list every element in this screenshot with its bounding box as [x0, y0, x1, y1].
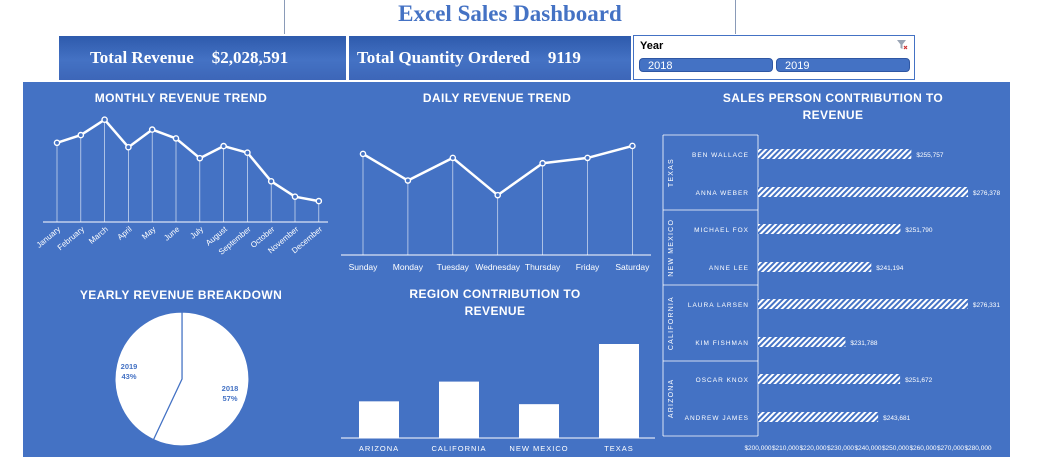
salesperson-x-tick: $230,000 [827, 445, 854, 452]
day-tick-label: Monday [393, 262, 424, 272]
day-tick-label: Thursday [525, 262, 561, 272]
salesperson-value-label: $241,194 [876, 265, 903, 272]
region-tick-label: NEW MEXICO [509, 444, 568, 453]
salesperson-x-tick: $210,000 [772, 445, 799, 452]
monthly-point [53, 139, 61, 147]
group-label: CALIFORNIA [668, 296, 675, 350]
title-frame: Excel Sales Dashboard [284, 0, 736, 34]
salesperson-value-label: $251,790 [905, 227, 932, 234]
monthly-point [244, 149, 251, 156]
salesperson-value-label: $276,331 [973, 302, 1000, 309]
charts-panel: MONTHLY REVENUE TREND DAILY REVENUE TREN… [23, 82, 1010, 457]
salesperson-bar [758, 337, 846, 347]
salesperson-bar [758, 374, 901, 384]
pie-label-pct: 57% [222, 394, 237, 403]
daily-point [539, 159, 546, 167]
year-slicer[interactable]: Year 2018 2019 [633, 35, 915, 80]
region-bar [359, 401, 399, 438]
salesperson-name: ANDREW JAMES [685, 415, 749, 422]
day-tick-label: Sunday [349, 262, 379, 272]
region-tick-label: TEXAS [604, 444, 634, 453]
day-tick-label: Wednesday [475, 262, 520, 272]
salesperson-name: MICHAEL FOX [694, 227, 749, 234]
total-revenue-card: Total Revenue $2,028,591 [59, 36, 346, 80]
salesperson-x-tick: $280,000 [964, 445, 991, 452]
charts-canvas: JanuaryFebruary March April May June JulyAugu… [35, 116, 1001, 453]
dashboard-title: Excel Sales Dashboard [398, 1, 622, 26]
salesperson-name: ANNE LEE [709, 265, 749, 272]
slicer-option-2019[interactable]: 2019 [776, 58, 910, 72]
total-revenue-value: $2,028,591 [211, 48, 289, 67]
monthly-point [77, 131, 85, 139]
pie-label-year: 2019 [121, 362, 138, 371]
salesperson-x-tick: $270,000 [937, 445, 964, 452]
salesperson-x-tick: $220,000 [799, 445, 826, 452]
daily-point [359, 150, 367, 158]
salesperson-bar [758, 224, 901, 234]
region-tick-label: CALIFORNIA [431, 444, 486, 453]
daily-point [404, 177, 412, 184]
pie-label-year: 2018 [222, 384, 239, 393]
salesperson-x-tick: $260,000 [909, 445, 936, 452]
salesperson-name: OSCAR KNOX [696, 377, 749, 384]
monthly-point [172, 135, 180, 142]
salesperson-value-label: $243,681 [883, 415, 910, 422]
salesperson-x-tick: $200,000 [744, 445, 771, 452]
total-revenue-label: Total Revenue [90, 48, 194, 67]
daily-series-line [362, 144, 633, 197]
month-tick-label: April [116, 225, 134, 242]
group-label: NEW MEXICO [668, 219, 675, 277]
monthly-point [125, 143, 132, 151]
region-bar [599, 344, 639, 438]
total-quantity-card: Total Quantity Ordered 9119 [349, 36, 631, 80]
slicer-title: Year [640, 40, 664, 52]
month-tick-label: July [188, 225, 205, 241]
day-tick-label: Saturday [615, 262, 650, 272]
salesperson-x-tick: $240,000 [854, 445, 881, 452]
region-tick-label: ARIZONA [359, 444, 399, 453]
salesperson-value-label: $231,788 [850, 340, 877, 347]
total-quantity-label: Total Quantity Ordered [357, 48, 530, 67]
month-tick-label: March [87, 225, 110, 246]
slicer-option-2018[interactable]: 2018 [639, 58, 773, 72]
salesperson-bar [758, 412, 879, 422]
month-tick-label: February [56, 225, 86, 252]
salesperson-value-label: $276,378 [973, 190, 1000, 197]
daily-point [584, 154, 591, 162]
daily-point [449, 154, 457, 162]
day-tick-label: Tuesday [437, 262, 470, 272]
month-tick-label: May [140, 225, 157, 242]
salesperson-bar [758, 299, 968, 309]
salesperson-name: BEN WALLACE [692, 152, 749, 159]
salesperson-bar [758, 187, 969, 197]
salesperson-name: KIM FISHMAN [695, 340, 749, 347]
monthly-series-line [56, 118, 320, 203]
monthly-point [148, 126, 156, 133]
salesperson-bar [758, 149, 912, 159]
region-bar [439, 381, 479, 438]
daily-point [629, 142, 636, 150]
day-tick-label: Friday [576, 262, 600, 272]
monthly-point [101, 116, 108, 124]
total-quantity-value: 9119 [547, 48, 581, 67]
monthly-point [220, 142, 227, 150]
monthly-point [267, 178, 275, 185]
daily-point [494, 191, 502, 199]
salesperson-x-tick: $250,000 [882, 445, 909, 452]
salesperson-name: ANNA WEBER [696, 190, 749, 197]
filter-clear-icon[interactable] [896, 39, 908, 54]
salesperson-bar [758, 262, 872, 272]
salesperson-value-label: $255,757 [916, 152, 943, 159]
group-label: TEXAS [668, 158, 675, 187]
region-bar [519, 404, 559, 438]
salesperson-value-label: $251,672 [905, 377, 932, 384]
monthly-point [291, 193, 299, 200]
monthly-point [196, 154, 204, 162]
group-label: ARIZONA [668, 379, 675, 419]
monthly-point [315, 197, 323, 205]
salesperson-name: LAURA LARSEN [688, 302, 749, 309]
month-tick-label: June [162, 224, 181, 242]
pie-label-pct: 43% [121, 372, 136, 381]
